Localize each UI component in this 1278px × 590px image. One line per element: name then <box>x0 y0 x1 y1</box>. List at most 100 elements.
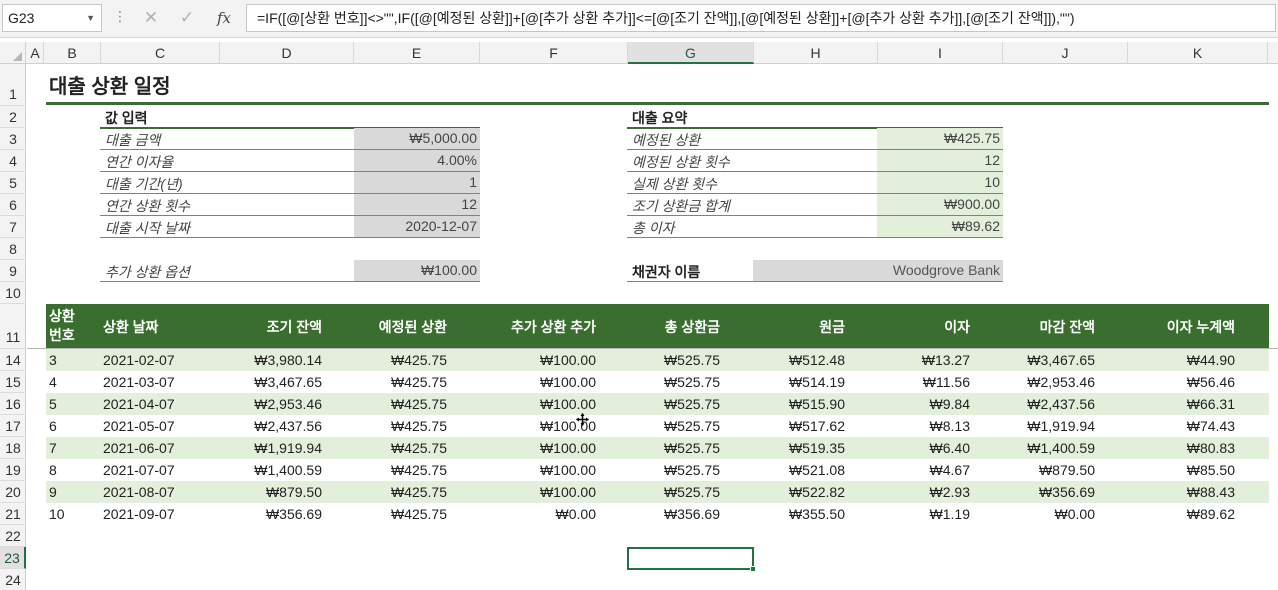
table-header-total-payment[interactable]: 총 상환금 <box>665 317 720 337</box>
cell-ending-balance[interactable]: ₩0.00 <box>1055 506 1095 522</box>
row-header-14[interactable]: 14 <box>0 349 26 371</box>
row-header-1[interactable]: 1 <box>0 64 26 106</box>
cell-beginning-balance[interactable]: ₩2,437.56 <box>254 418 322 434</box>
row-header-11[interactable]: 11 <box>0 304 26 349</box>
row-header-23[interactable]: 23 <box>0 547 26 569</box>
row-header-22[interactable]: 22 <box>0 525 26 547</box>
row-header-2[interactable]: 2 <box>0 106 26 128</box>
table-header-ending-balance[interactable]: 마감 잔액 <box>1040 317 1095 337</box>
cell-payment-number[interactable]: 9 <box>49 484 57 500</box>
cell-total-payment[interactable]: ₩525.75 <box>664 396 720 412</box>
column-header-c[interactable]: C <box>101 42 220 64</box>
cell-scheduled-payment[interactable]: ₩425.75 <box>391 374 447 390</box>
cell-interest[interactable]: ₩8.13 <box>930 418 970 434</box>
cell-payment-date[interactable]: 2021-02-07 <box>103 352 175 368</box>
worksheet-grid[interactable]: 대출 상환 일정 값 입력 대출 금액 ₩5,000.00 연간 이자율 4.00% 대… <box>27 64 1278 590</box>
row-header-9[interactable]: 9 <box>0 260 26 282</box>
column-header-i[interactable]: I <box>878 42 1003 64</box>
cell-payment-number[interactable]: 10 <box>49 506 65 522</box>
table-header-extra-payment[interactable]: 추가 상환 추가 <box>511 317 596 337</box>
cell-principal[interactable]: ₩519.35 <box>789 440 845 456</box>
cell-payment-date[interactable]: 2021-04-07 <box>103 396 175 412</box>
cell-total-payment[interactable]: ₩525.75 <box>664 462 720 478</box>
cell-total-payment[interactable]: ₩525.75 <box>664 418 720 434</box>
column-header-e[interactable]: E <box>354 42 480 64</box>
row-header-4[interactable]: 4 <box>0 150 26 172</box>
cell-extra-payment[interactable]: ₩100.00 <box>540 374 596 390</box>
cell-payment-date[interactable]: 2021-07-07 <box>103 462 175 478</box>
column-header-b[interactable]: B <box>44 42 101 64</box>
extra-payment-value[interactable]: ₩100.00 <box>354 260 480 281</box>
cell-ending-balance[interactable]: ₩1,400.59 <box>1027 440 1095 456</box>
table-header-payment-date[interactable]: 상환 날짜 <box>103 317 158 337</box>
cell-beginning-balance[interactable]: ₩1,919.94 <box>254 440 322 456</box>
cell-beginning-balance[interactable]: ₩356.69 <box>266 506 322 522</box>
row-header-15[interactable]: 15 <box>0 371 26 393</box>
input-value[interactable]: 2020-12-07 <box>354 216 480 237</box>
cell-extra-payment[interactable]: ₩100.00 <box>540 440 596 456</box>
cell-payment-number[interactable]: 5 <box>49 396 57 412</box>
row-header-3[interactable]: 3 <box>0 128 26 150</box>
row-header-6[interactable]: 6 <box>0 194 26 216</box>
row-header-10[interactable]: 10 <box>0 282 26 304</box>
row-header-8[interactable]: 8 <box>0 238 26 260</box>
cell-ending-balance[interactable]: ₩2,953.46 <box>1027 374 1095 390</box>
row-header-18[interactable]: 18 <box>0 437 26 459</box>
cell-extra-payment[interactable]: ₩100.00 <box>540 396 596 412</box>
row-header-19[interactable]: 19 <box>0 459 26 481</box>
cell-beginning-balance[interactable]: ₩879.50 <box>266 484 322 500</box>
cell-ending-balance[interactable]: ₩1,919.94 <box>1027 418 1095 434</box>
cell-total-payment[interactable]: ₩525.75 <box>664 374 720 390</box>
cell-principal[interactable]: ₩512.48 <box>789 352 845 368</box>
column-header-f[interactable]: F <box>480 42 628 64</box>
cell-principal[interactable]: ₩515.90 <box>789 396 845 412</box>
cell-principal[interactable]: ₩521.08 <box>789 462 845 478</box>
cell-total-payment[interactable]: ₩525.75 <box>664 352 720 368</box>
row-header-7[interactable]: 7 <box>0 216 26 238</box>
table-header-scheduled-payment[interactable]: 예정된 상환 <box>379 317 447 337</box>
cell-cumulative-interest[interactable]: ₩80.83 <box>1187 440 1235 456</box>
name-box[interactable]: G23 ▼ <box>2 4 102 32</box>
cell-beginning-balance[interactable]: ₩2,953.46 <box>254 396 322 412</box>
cell-ending-balance[interactable]: ₩3,467.65 <box>1027 352 1095 368</box>
row-header-5[interactable]: 5 <box>0 172 26 194</box>
more-options-icon[interactable]: ⋮ <box>113 8 127 25</box>
cell-cumulative-interest[interactable]: ₩44.90 <box>1187 352 1235 368</box>
cell-principal[interactable]: ₩522.82 <box>789 484 845 500</box>
cell-cumulative-interest[interactable]: ₩56.46 <box>1187 374 1235 390</box>
cancel-icon[interactable]: ✕ <box>137 7 165 29</box>
cell-principal[interactable]: ₩514.19 <box>789 374 845 390</box>
cell-ending-balance[interactable]: ₩879.50 <box>1039 462 1095 478</box>
column-header-a[interactable]: A <box>27 42 44 64</box>
cell-scheduled-payment[interactable]: ₩425.75 <box>391 506 447 522</box>
table-header-principal[interactable]: 원금 <box>819 317 845 337</box>
cell-payment-date[interactable]: 2021-08-07 <box>103 484 175 500</box>
input-value[interactable]: 1 <box>354 172 480 193</box>
cell-interest[interactable]: ₩6.40 <box>930 440 970 456</box>
row-header-21[interactable]: 21 <box>0 503 26 525</box>
cell-payment-number[interactable]: 3 <box>49 352 57 368</box>
insert-function-icon[interactable]: fx <box>210 7 238 29</box>
cell-payment-number[interactable]: 7 <box>49 440 57 456</box>
cell-payment-number[interactable]: 4 <box>49 374 57 390</box>
input-value[interactable]: 4.00% <box>354 150 480 171</box>
cell-scheduled-payment[interactable]: ₩425.75 <box>391 462 447 478</box>
table-header-payment-number[interactable]: 상환 번호 <box>49 307 89 345</box>
table-header-interest[interactable]: 이자 <box>944 317 970 337</box>
cell-cumulative-interest[interactable]: ₩88.43 <box>1187 484 1235 500</box>
cell-payment-number[interactable]: 6 <box>49 418 57 434</box>
cell-cumulative-interest[interactable]: ₩74.43 <box>1187 418 1235 434</box>
cell-scheduled-payment[interactable]: ₩425.75 <box>391 352 447 368</box>
input-value[interactable]: ₩5,000.00 <box>354 128 480 149</box>
row-header-16[interactable]: 16 <box>0 393 26 415</box>
cell-interest[interactable]: ₩9.84 <box>930 396 970 412</box>
select-all-corner[interactable] <box>0 42 26 64</box>
cell-scheduled-payment[interactable]: ₩425.75 <box>391 396 447 412</box>
cell-interest[interactable]: ₩1.19 <box>930 506 970 522</box>
cell-payment-number[interactable]: 8 <box>49 462 57 478</box>
cell-payment-date[interactable]: 2021-03-07 <box>103 374 175 390</box>
table-header-cumulative-interest[interactable]: 이자 누계액 <box>1167 317 1235 337</box>
cell-total-payment[interactable]: ₩356.69 <box>664 506 720 522</box>
cell-ending-balance[interactable]: ₩356.69 <box>1039 484 1095 500</box>
cell-extra-payment[interactable]: ₩0.00 <box>556 506 596 522</box>
